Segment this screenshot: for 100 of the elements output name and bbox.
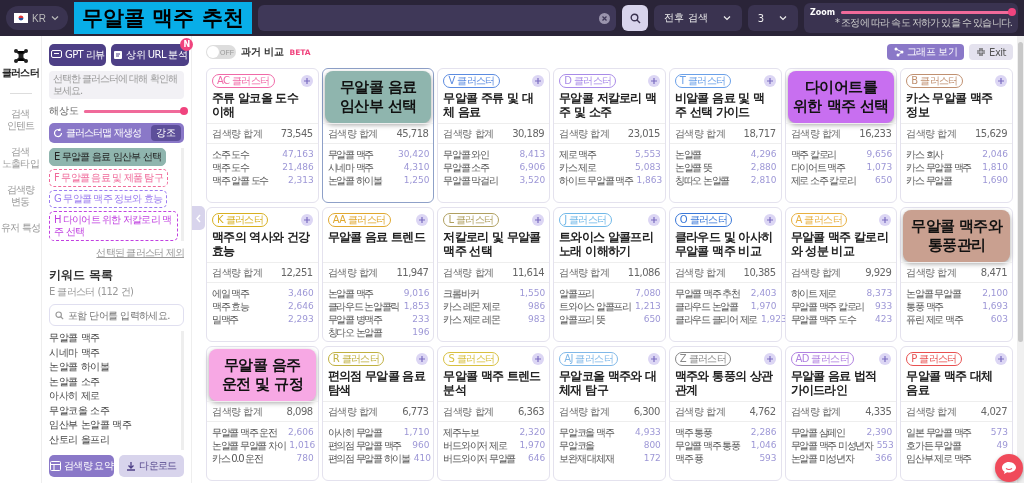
- plus-icon[interactable]: [300, 75, 313, 87]
- plus-icon[interactable]: [995, 353, 1007, 365]
- plus-icon[interactable]: [647, 214, 660, 226]
- keyword-item[interactable]: 무알코올 소주: [49, 403, 181, 418]
- keyword-name: 맥주 효능: [212, 300, 249, 313]
- cluster-card[interactable]: D 클러스터 무알콜 저칼로리 맥주 및 소주 검색량 합계 23,015 제로 맥주 5,553 카스 제로 5,083 하이트 무알콜 맥주 1,863: [553, 68, 666, 203]
- cluster-card[interactable]: R 클러스터 편의점 무알콜 음료 탐색 검색량 합계 6,773 아사히 무알콜 1,710 편의점 무알콜 맥주 960 편의점 무알콜 하이볼 410: [321, 346, 435, 481]
- stat-label: 검색량 합계: [906, 266, 957, 279]
- keyword-name: 맥주 통풍: [674, 426, 712, 439]
- chevron-icon: [778, 13, 788, 23]
- plus-icon[interactable]: [416, 353, 429, 365]
- keyword-value: 196: [412, 326, 430, 339]
- language-select[interactable]: KR: [6, 6, 68, 30]
- keyword-value: 3,460: [287, 287, 314, 300]
- cluster-card[interactable]: Z 클러스터 맥주와 통풍의 상관관계 검색량 합계 4,762 맥주 통풍 2,286 무알콜 맥주 통풍 1,046 맥주 퓽 593: [668, 346, 782, 481]
- plus-icon[interactable]: [763, 75, 776, 87]
- nav-item[interactable]: 클러스터: [0, 48, 41, 79]
- action-button[interactable]: 다운로드: [119, 455, 184, 477]
- search-button[interactable]: [622, 5, 649, 31]
- keyword-item[interactable]: 임산부 논알콜 맥주: [49, 418, 181, 433]
- callout-label: 무알콜 맥주와 통풍관리: [903, 210, 1010, 262]
- cluster-card[interactable]: J 클러스터 트와이스 알콜프리 노래 이해하기 검색량 합계 11,086 알콜프리 7,080 트와이스 알콜프리 1,213 알콜프리 뜻 650: [553, 207, 666, 342]
- depth-select[interactable]: 3: [747, 5, 798, 31]
- keyword-value: 423: [875, 313, 893, 326]
- cluster-card[interactable]: S 클러스터 무알콜 맥주 트렌드 분석 검색량 합계 6,363 제주누보 2,320 버드와이저 제로 1,970 버드와이저 무알콜 646: [437, 346, 551, 481]
- cluster-card[interactable]: AA 클러스터 무알콜 음료 트렌드 검색량 합계 11,947 논알콜 맥주 9,016 클라우드 논알콜릭 1,853 무알콜 병맥주 233 칭다오 논알콜 196: [321, 207, 435, 342]
- plus-icon[interactable]: [995, 75, 1007, 87]
- keyword-item[interactable]: 무알콜 맥주: [49, 331, 181, 346]
- collapse-icon: [976, 47, 987, 57]
- keyword-name: 무알콜 막걸리: [443, 174, 498, 187]
- cluster-card[interactable]: 무알콜 맥주와 통풍관리 검색량 합계 8,471 논알콜 무알콜 2,100 통풍 맥주 1,693 퓨린 제로 맥주 603: [900, 207, 1013, 342]
- keyword-name: 맥주 퓽: [674, 452, 703, 465]
- plus-icon[interactable]: [532, 75, 545, 87]
- chevron-left-icon: [195, 213, 202, 223]
- cluster-card[interactable]: P 클러스터 무알콜 맥주 대체 음료 검색량 합계 4,027 일본 무알콜 맥주 573 호가든 무알콜 49 임산부 제로 맥주: [900, 346, 1013, 481]
- keyword-filter-field[interactable]: 포함 단어를 입력하세요.: [49, 304, 184, 326]
- plus-icon[interactable]: [647, 75, 660, 87]
- cluster-card[interactable]: AC 클러스터 주류 알코올 도수 이해 검색량 합계 73,545 소주 도수 47,163 맥주 도수 21,486 맥주 알콜 도수 2,313: [206, 68, 319, 203]
- keyword-item[interactable]: 시네마 맥주: [49, 345, 181, 360]
- stat-label: 검색량 합계: [559, 405, 610, 418]
- regenerate-button[interactable]: 클러스터맵 재생성: [53, 126, 142, 140]
- slider-thumb[interactable]: [1008, 8, 1016, 16]
- stat-label: 검색량 합계: [327, 405, 378, 418]
- keyword-name: 무알콜 맥주 도수: [790, 313, 856, 326]
- cluster-card[interactable]: B 클러스터 카스 무알콜 맥주 정보 검색량 합계 15,629 카스 회사 2,046 카스 무알콜 맥주 1,810 카스 무알콜 1,690: [900, 68, 1013, 203]
- keyword-value: 2,293: [287, 313, 314, 326]
- cluster-card[interactable]: L 클러스터 저칼로리 및 무알콜 맥주 선택 검색량 합계 11,614 크롬바커 1,550 카스 레몬 제로 986 카스 제로 레몬 983: [437, 207, 551, 342]
- cluster-icon: [12, 48, 29, 64]
- cluster-card[interactable]: AD 클러스터 무알콜 음료 법적 가이드라인 검색량 합계 4,335 무알콜 삼페인 2,390 무알콜 맥주 미성년자 553 논알콜 미성년자 366: [784, 346, 898, 481]
- action-button[interactable]: 검색량 요약: [49, 455, 114, 477]
- refresh-icon: [53, 128, 63, 138]
- plus-icon[interactable]: [879, 214, 892, 226]
- cluster-card[interactable]: 무알콜 음료 임산부 선택 검색량 합계 45,718 무알콜 맥주 30,420 시네마 맥주 4,310 논알콜 하이볼 1,250: [321, 68, 435, 203]
- cluster-card[interactable]: 무알콜 음주 운전 및 규정 검색량 합계 8,098 무알콜 맥주 운전 2,606 논알콜 무알콜 차이 1,016 카스 0.0 운전 780: [206, 346, 319, 481]
- plus-icon[interactable]: [416, 214, 429, 226]
- plus-icon[interactable]: [763, 214, 776, 226]
- card-title: 맥주의 역사와 건강 효능: [212, 230, 311, 258]
- period-select[interactable]: 전후 검색: [654, 5, 742, 31]
- plus-icon[interactable]: [300, 214, 313, 226]
- keyword-item[interactable]: 논알콜 하이볼: [49, 360, 181, 375]
- keyword-name: 하이트 무알콜 맥주: [559, 174, 633, 187]
- keyword-item[interactable]: 아사히 제로: [49, 389, 181, 404]
- card-title: 무알콜 음료 법적 가이드라인: [790, 369, 878, 397]
- keyword-name: 제로 소주 칼로리: [790, 174, 856, 187]
- stat-value: 15,629: [975, 127, 1007, 140]
- emphasis-button[interactable]: 강조: [151, 125, 181, 141]
- cluster-card[interactable]: T 클러스터 비알콜 음료 및 맥주 선택 가이드 검색량 합계 18,717 논알콜 4,296 논알콜 뜻 2,880 칭따오 논알콜 2,810: [668, 68, 782, 203]
- keyword-name: 시네마 맥주: [327, 161, 374, 174]
- keyword-item[interactable]: 논알콜 소주: [49, 374, 181, 389]
- stat-value: 18,717: [743, 127, 776, 140]
- cluster-card[interactable]: K 클러스터 맥주의 역사와 건강 효능 검색량 합계 12,251 에일 맥주 3,460 맥주 효능 2,646 밀맥주 2,293: [206, 207, 319, 342]
- toolbar-button[interactable]: Exit: [969, 44, 1013, 60]
- keyword-name: 퓨린 제로 맥주: [906, 313, 963, 326]
- plus-icon[interactable]: [647, 353, 660, 365]
- plus-icon[interactable]: [763, 353, 776, 365]
- keyword-value: 2,390: [866, 426, 893, 439]
- plus-icon[interactable]: [532, 214, 545, 226]
- cluster-card[interactable]: AJ 클러스터 무알코올 맥주와 대체재 탐구 검색량 합계 6,300 무알코올 맥주 4,933 무알코올 800 보완재 대체재 172: [553, 346, 666, 481]
- toolbar-button[interactable]: 그래프 보기: [886, 44, 965, 60]
- plus-icon[interactable]: [532, 353, 545, 365]
- scrollbar[interactable]: [1017, 36, 1024, 483]
- keyword-value: 593: [759, 452, 777, 465]
- clear-icon[interactable]: [599, 12, 611, 24]
- cluster-card[interactable]: V 클러스터 무알콜 주류 및 대체 음료 검색량 합계 30,189 무알콜 와인 8,413 무알콜 소주 6,906 무알콜 막걸리 3,520: [437, 68, 551, 203]
- keyword-name: 다이어트 맥주: [790, 161, 845, 174]
- search-field[interactable]: [257, 5, 617, 31]
- plus-icon[interactable]: [879, 353, 892, 365]
- action-button[interactable]: GPT 리뷰: [49, 44, 107, 66]
- keyword-item[interactable]: 산토리 올프리: [49, 432, 181, 447]
- keyword-name: 논알콜 무알콜: [906, 287, 961, 300]
- cluster-chip[interactable]: H 다이어트 위한 저칼로리 맥주 선택: [49, 211, 178, 241]
- cluster-card[interactable]: 다이어트를 위한 맥주 선택 검색량 합계 16,233 맥주 칼로리 9,656 다이어트 맥주 1,073 제로 소주 칼로리 650: [784, 68, 898, 203]
- keyword-name: 버드와이저 제로: [443, 439, 507, 452]
- cluster-chip[interactable]: E 무알콜 음료 임산부 선택: [49, 148, 167, 166]
- cluster-card[interactable]: A 클러스터 무알콜 맥주 칼로리와 성분 비교 검색량 합계 9,929 하이트 제로 8,373 무알콜 맥주 칼로리 933 무알콜 맥주 도수 423: [784, 207, 898, 342]
- speech-bubble-icon: [1001, 461, 1017, 475]
- slider-thumb[interactable]: [180, 107, 188, 115]
- card-title: 클라우드 및 아사히 무알콜 맥주 비교: [674, 230, 774, 258]
- keyword-value: 1,016: [289, 439, 316, 452]
- chevron-icon: [49, 13, 60, 23]
